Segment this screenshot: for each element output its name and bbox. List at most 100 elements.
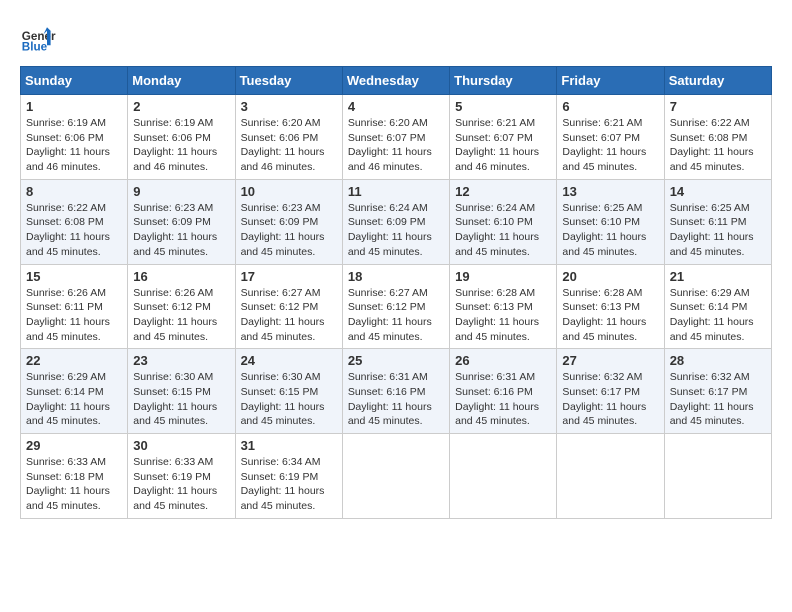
- calendar-cell: 30 Sunrise: 6:33 AMSunset: 6:19 PMDaylig…: [128, 434, 235, 519]
- day-info: Sunrise: 6:34 AMSunset: 6:19 PMDaylight:…: [241, 455, 337, 514]
- day-info: Sunrise: 6:21 AMSunset: 6:07 PMDaylight:…: [562, 116, 658, 175]
- day-number: 5: [455, 99, 551, 114]
- header-tuesday: Tuesday: [235, 67, 342, 95]
- day-info: Sunrise: 6:20 AMSunset: 6:06 PMDaylight:…: [241, 116, 337, 175]
- calendar-cell: 14 Sunrise: 6:25 AMSunset: 6:11 PMDaylig…: [664, 179, 771, 264]
- header-saturday: Saturday: [664, 67, 771, 95]
- calendar-cell: 23 Sunrise: 6:30 AMSunset: 6:15 PMDaylig…: [128, 349, 235, 434]
- day-number: 14: [670, 184, 766, 199]
- header: General Blue: [20, 20, 772, 56]
- logo: General Blue: [20, 20, 56, 56]
- header-wednesday: Wednesday: [342, 67, 449, 95]
- calendar-cell: 31 Sunrise: 6:34 AMSunset: 6:19 PMDaylig…: [235, 434, 342, 519]
- calendar-cell: 10 Sunrise: 6:23 AMSunset: 6:09 PMDaylig…: [235, 179, 342, 264]
- calendar-cell: 26 Sunrise: 6:31 AMSunset: 6:16 PMDaylig…: [450, 349, 557, 434]
- calendar-cell: 25 Sunrise: 6:31 AMSunset: 6:16 PMDaylig…: [342, 349, 449, 434]
- day-number: 8: [26, 184, 122, 199]
- calendar-cell: [557, 434, 664, 519]
- calendar-cell: 8 Sunrise: 6:22 AMSunset: 6:08 PMDayligh…: [21, 179, 128, 264]
- day-number: 26: [455, 353, 551, 368]
- day-info: Sunrise: 6:31 AMSunset: 6:16 PMDaylight:…: [348, 370, 444, 429]
- day-number: 13: [562, 184, 658, 199]
- calendar-week-4: 22 Sunrise: 6:29 AMSunset: 6:14 PMDaylig…: [21, 349, 772, 434]
- day-info: Sunrise: 6:26 AMSunset: 6:12 PMDaylight:…: [133, 286, 229, 345]
- day-number: 12: [455, 184, 551, 199]
- day-info: Sunrise: 6:32 AMSunset: 6:17 PMDaylight:…: [562, 370, 658, 429]
- day-number: 11: [348, 184, 444, 199]
- day-info: Sunrise: 6:33 AMSunset: 6:19 PMDaylight:…: [133, 455, 229, 514]
- day-number: 6: [562, 99, 658, 114]
- day-info: Sunrise: 6:19 AMSunset: 6:06 PMDaylight:…: [133, 116, 229, 175]
- day-number: 25: [348, 353, 444, 368]
- day-number: 31: [241, 438, 337, 453]
- calendar-cell: 19 Sunrise: 6:28 AMSunset: 6:13 PMDaylig…: [450, 264, 557, 349]
- header-friday: Friday: [557, 67, 664, 95]
- day-number: 2: [133, 99, 229, 114]
- day-info: Sunrise: 6:29 AMSunset: 6:14 PMDaylight:…: [670, 286, 766, 345]
- calendar-cell: 21 Sunrise: 6:29 AMSunset: 6:14 PMDaylig…: [664, 264, 771, 349]
- calendar-cell: 11 Sunrise: 6:24 AMSunset: 6:09 PMDaylig…: [342, 179, 449, 264]
- header-thursday: Thursday: [450, 67, 557, 95]
- header-monday: Monday: [128, 67, 235, 95]
- day-number: 27: [562, 353, 658, 368]
- calendar: SundayMondayTuesdayWednesdayThursdayFrid…: [20, 66, 772, 519]
- day-info: Sunrise: 6:23 AMSunset: 6:09 PMDaylight:…: [241, 201, 337, 260]
- day-number: 16: [133, 269, 229, 284]
- day-info: Sunrise: 6:19 AMSunset: 6:06 PMDaylight:…: [26, 116, 122, 175]
- calendar-cell: 9 Sunrise: 6:23 AMSunset: 6:09 PMDayligh…: [128, 179, 235, 264]
- calendar-cell: 7 Sunrise: 6:22 AMSunset: 6:08 PMDayligh…: [664, 95, 771, 180]
- day-number: 17: [241, 269, 337, 284]
- calendar-cell: 18 Sunrise: 6:27 AMSunset: 6:12 PMDaylig…: [342, 264, 449, 349]
- calendar-cell: 6 Sunrise: 6:21 AMSunset: 6:07 PMDayligh…: [557, 95, 664, 180]
- day-info: Sunrise: 6:30 AMSunset: 6:15 PMDaylight:…: [133, 370, 229, 429]
- day-info: Sunrise: 6:20 AMSunset: 6:07 PMDaylight:…: [348, 116, 444, 175]
- calendar-cell: 17 Sunrise: 6:27 AMSunset: 6:12 PMDaylig…: [235, 264, 342, 349]
- day-number: 23: [133, 353, 229, 368]
- calendar-cell: 1 Sunrise: 6:19 AMSunset: 6:06 PMDayligh…: [21, 95, 128, 180]
- day-info: Sunrise: 6:25 AMSunset: 6:11 PMDaylight:…: [670, 201, 766, 260]
- day-number: 22: [26, 353, 122, 368]
- svg-text:Blue: Blue: [22, 41, 48, 54]
- logo-icon: General Blue: [20, 20, 56, 56]
- calendar-cell: 12 Sunrise: 6:24 AMSunset: 6:10 PMDaylig…: [450, 179, 557, 264]
- day-info: Sunrise: 6:24 AMSunset: 6:10 PMDaylight:…: [455, 201, 551, 260]
- header-sunday: Sunday: [21, 67, 128, 95]
- day-number: 24: [241, 353, 337, 368]
- calendar-cell: 20 Sunrise: 6:28 AMSunset: 6:13 PMDaylig…: [557, 264, 664, 349]
- day-info: Sunrise: 6:25 AMSunset: 6:10 PMDaylight:…: [562, 201, 658, 260]
- calendar-cell: 3 Sunrise: 6:20 AMSunset: 6:06 PMDayligh…: [235, 95, 342, 180]
- day-number: 9: [133, 184, 229, 199]
- day-number: 18: [348, 269, 444, 284]
- calendar-cell: 29 Sunrise: 6:33 AMSunset: 6:18 PMDaylig…: [21, 434, 128, 519]
- calendar-week-1: 1 Sunrise: 6:19 AMSunset: 6:06 PMDayligh…: [21, 95, 772, 180]
- calendar-cell: [450, 434, 557, 519]
- day-number: 1: [26, 99, 122, 114]
- day-number: 10: [241, 184, 337, 199]
- calendar-cell: 24 Sunrise: 6:30 AMSunset: 6:15 PMDaylig…: [235, 349, 342, 434]
- calendar-cell: 5 Sunrise: 6:21 AMSunset: 6:07 PMDayligh…: [450, 95, 557, 180]
- day-info: Sunrise: 6:22 AMSunset: 6:08 PMDaylight:…: [670, 116, 766, 175]
- day-info: Sunrise: 6:22 AMSunset: 6:08 PMDaylight:…: [26, 201, 122, 260]
- day-number: 28: [670, 353, 766, 368]
- day-number: 15: [26, 269, 122, 284]
- day-info: Sunrise: 6:23 AMSunset: 6:09 PMDaylight:…: [133, 201, 229, 260]
- day-info: Sunrise: 6:32 AMSunset: 6:17 PMDaylight:…: [670, 370, 766, 429]
- day-info: Sunrise: 6:27 AMSunset: 6:12 PMDaylight:…: [241, 286, 337, 345]
- calendar-cell: 15 Sunrise: 6:26 AMSunset: 6:11 PMDaylig…: [21, 264, 128, 349]
- day-info: Sunrise: 6:24 AMSunset: 6:09 PMDaylight:…: [348, 201, 444, 260]
- day-info: Sunrise: 6:33 AMSunset: 6:18 PMDaylight:…: [26, 455, 122, 514]
- calendar-cell: 13 Sunrise: 6:25 AMSunset: 6:10 PMDaylig…: [557, 179, 664, 264]
- calendar-cell: 22 Sunrise: 6:29 AMSunset: 6:14 PMDaylig…: [21, 349, 128, 434]
- calendar-cell: 16 Sunrise: 6:26 AMSunset: 6:12 PMDaylig…: [128, 264, 235, 349]
- calendar-cell: 28 Sunrise: 6:32 AMSunset: 6:17 PMDaylig…: [664, 349, 771, 434]
- day-number: 21: [670, 269, 766, 284]
- calendar-cell: [342, 434, 449, 519]
- calendar-week-3: 15 Sunrise: 6:26 AMSunset: 6:11 PMDaylig…: [21, 264, 772, 349]
- day-info: Sunrise: 6:21 AMSunset: 6:07 PMDaylight:…: [455, 116, 551, 175]
- calendar-cell: 27 Sunrise: 6:32 AMSunset: 6:17 PMDaylig…: [557, 349, 664, 434]
- day-number: 30: [133, 438, 229, 453]
- day-info: Sunrise: 6:30 AMSunset: 6:15 PMDaylight:…: [241, 370, 337, 429]
- day-info: Sunrise: 6:28 AMSunset: 6:13 PMDaylight:…: [455, 286, 551, 345]
- calendar-week-5: 29 Sunrise: 6:33 AMSunset: 6:18 PMDaylig…: [21, 434, 772, 519]
- calendar-cell: 4 Sunrise: 6:20 AMSunset: 6:07 PMDayligh…: [342, 95, 449, 180]
